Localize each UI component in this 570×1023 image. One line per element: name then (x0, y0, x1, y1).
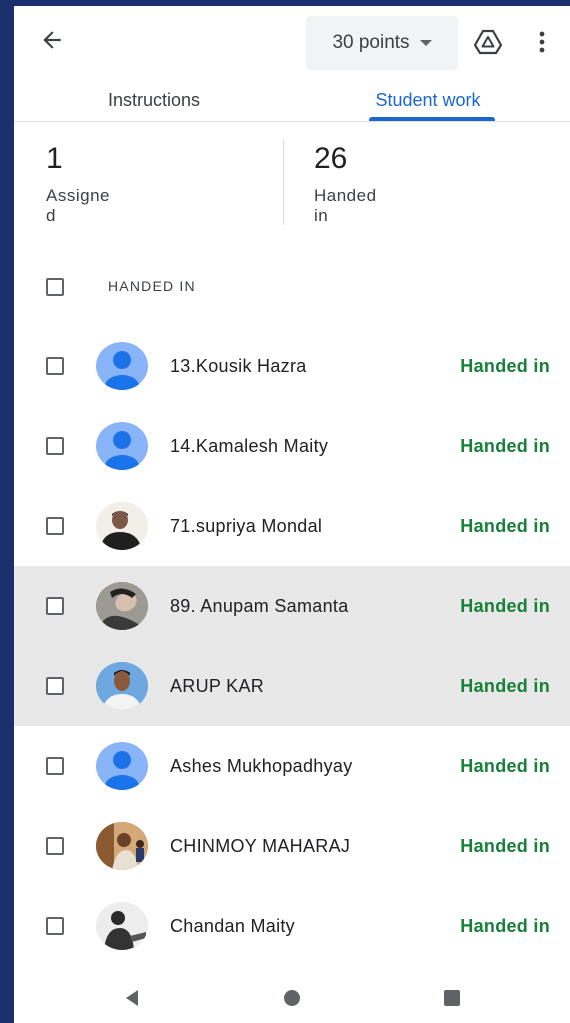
avatar (96, 582, 148, 630)
table-row[interactable]: 71.supriya Mondal Handed in (14, 486, 570, 566)
profile-photo-icon (96, 902, 148, 950)
status-badge: Handed in (460, 355, 550, 376)
student-name: 13.Kousik Hazra (170, 355, 307, 376)
status-badge: Handed in (460, 515, 550, 536)
profile-photo-icon (96, 582, 148, 630)
section-title: HANDED IN (108, 278, 196, 294)
nav-home-button[interactable] (272, 978, 312, 1018)
assigned-label-line2: d (46, 206, 56, 225)
table-row[interactable]: CHINMOY MAHARAJ Handed in (14, 806, 570, 886)
student-name: CHINMOY MAHARAJ (170, 835, 351, 856)
avatar (96, 502, 148, 550)
row-checkbox[interactable] (46, 357, 64, 375)
back-button[interactable] (36, 24, 68, 56)
tab-student-work[interactable]: Student work (348, 78, 508, 122)
handed-in-count: 26 (314, 142, 348, 175)
handed-in-label-line1: Handed (314, 186, 377, 205)
status-badge: Handed in (460, 675, 550, 696)
google-drive-icon (473, 29, 503, 55)
avatar (96, 342, 148, 390)
arrow-back-icon (43, 31, 61, 49)
more-vert-icon (539, 31, 545, 53)
points-label: 30 points (332, 32, 410, 53)
student-name: Ashes Mukhopadhyay (170, 755, 353, 776)
avatar (96, 902, 148, 950)
student-name: Chandan Maity (170, 915, 295, 936)
nav-back-button[interactable] (112, 978, 152, 1018)
tab-divider (14, 121, 570, 122)
tab-instructions[interactable]: Instructions (54, 78, 254, 122)
table-row[interactable]: 13.Kousik Hazra Handed in (14, 326, 570, 406)
handed-in-label-line2: in (314, 206, 329, 225)
nav-back-triangle-icon (126, 990, 138, 1006)
app-screen: 30 points Instructions Student work 1 As… (14, 6, 570, 1023)
status-badge: Handed in (460, 595, 550, 616)
row-checkbox[interactable] (46, 917, 64, 935)
avatar (96, 422, 148, 470)
status-badge: Handed in (460, 835, 550, 856)
default-avatar-icon (105, 351, 139, 390)
nav-recents-button[interactable] (432, 978, 472, 1018)
row-checkbox[interactable] (46, 757, 64, 775)
student-name: 71.supriya Mondal (170, 515, 323, 536)
student-name: ARUP KAR (170, 675, 265, 696)
default-avatar-icon (105, 751, 139, 790)
more-options-button[interactable] (532, 24, 552, 60)
chevron-down-icon (419, 40, 432, 46)
row-checkbox[interactable] (46, 437, 64, 455)
row-checkbox[interactable] (46, 517, 64, 535)
avatar (96, 822, 148, 870)
row-checkbox[interactable] (46, 677, 64, 695)
status-badge: Handed in (460, 435, 550, 456)
handed-in-stat[interactable]: 26 Handed in (314, 142, 514, 232)
assigned-count: 1 (46, 142, 63, 175)
nav-home-circle-icon (284, 990, 300, 1006)
assigned-stat[interactable]: 1 Assigne d (46, 142, 246, 232)
profile-photo-icon (96, 822, 148, 870)
row-checkbox[interactable] (46, 837, 64, 855)
table-row[interactable]: Chandan Maity Handed in (14, 886, 570, 966)
table-row[interactable]: 89. Anupam Samanta Handed in (14, 566, 570, 646)
table-row[interactable]: Ashes Mukhopadhyay Handed in (14, 726, 570, 806)
stats-divider (283, 139, 284, 225)
profile-photo-icon (96, 662, 148, 710)
student-name: 14.Kamalesh Maity (170, 435, 329, 456)
table-row[interactable]: ARUP KAR Handed in (14, 646, 570, 726)
avatar (96, 662, 148, 710)
status-badge: Handed in (460, 915, 550, 936)
drive-button[interactable] (472, 26, 504, 58)
status-badge: Handed in (460, 755, 550, 776)
assigned-label-line1: Assigne (46, 186, 110, 205)
points-dropdown[interactable]: 30 points (306, 16, 458, 70)
select-all-checkbox[interactable] (46, 278, 64, 296)
table-row[interactable]: 14.Kamalesh Maity Handed in (14, 406, 570, 486)
default-avatar-icon (105, 431, 139, 470)
profile-photo-icon (96, 502, 148, 550)
student-name: 89. Anupam Samanta (170, 595, 349, 616)
row-checkbox[interactable] (46, 597, 64, 615)
nav-recents-square-icon (444, 990, 460, 1006)
avatar (96, 742, 148, 790)
